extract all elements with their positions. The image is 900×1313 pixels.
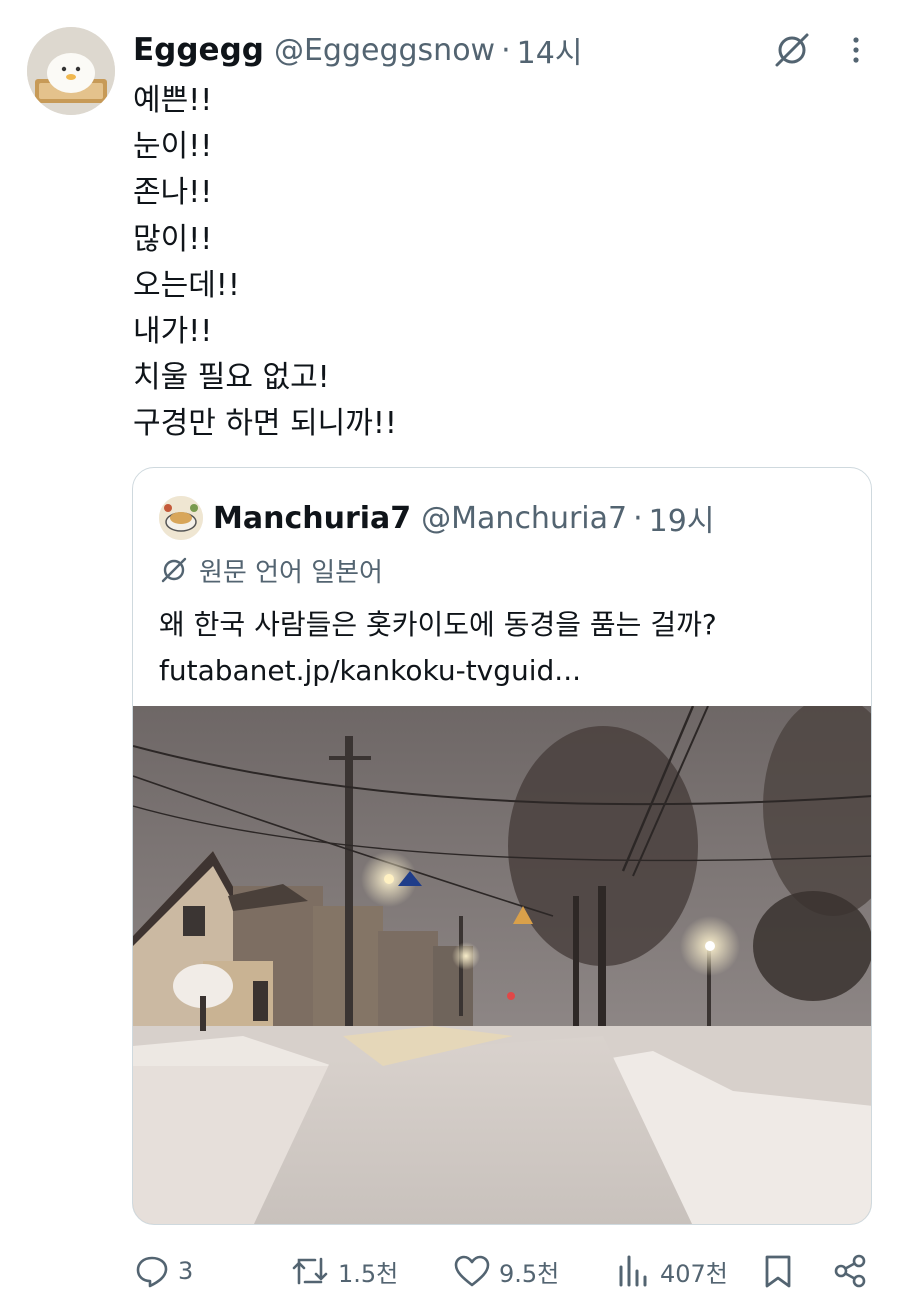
quote-header: Manchuria7 @Manchuria7 · 19시 [213,496,714,540]
quote-translate-note[interactable]: 원문 언어 일본어 [159,552,383,588]
tweet-time[interactable]: 14시 [517,28,583,72]
like-icon [454,1255,490,1287]
quote-time[interactable]: 19시 [649,496,715,540]
quote-text: 왜 한국 사람들은 홋카이도에 동경을 품는 걸까? futabanet.jp/… [159,602,717,694]
quote-handle[interactable]: @Manchuria7 [421,501,627,536]
share-icon [834,1254,866,1288]
quote-photo[interactable] [133,696,871,1224]
tweet-line: 치울 필요 없고! [133,360,330,396]
tweet-text: 예쁜!! 눈이!! 존나!! 많이!! 오는데!! 내가!! 치울 필요 없고!… [133,78,397,448]
tweet-line: 많이!! [133,221,213,257]
tweet-line: 예쁜!! [133,83,213,118]
quoted-tweet[interactable]: Manchuria7 @Manchuria7 · 19시 원문 언어 일본어 왜… [132,467,872,1225]
quote-link[interactable]: futabanet.jp/kankoku-tvguid... [159,648,717,694]
like-count: 9.5천 [499,1259,560,1288]
user-handle[interactable]: @Eggeggsnow [274,33,495,68]
translate-icon [161,557,187,583]
retweet-icon [292,1257,328,1285]
views-button[interactable]: 407천 [616,1248,728,1294]
separator-dot: · [501,32,511,68]
translate-icon[interactable] [772,30,812,70]
tweet-line: 눈이!! [133,129,213,165]
more-icon[interactable] [838,30,874,70]
views-icon [619,1255,647,1287]
quote-display-name[interactable]: Manchuria7 [213,501,411,536]
reply-icon [136,1256,168,1288]
retweet-count: 1.5천 [338,1259,399,1288]
tweet-line: 구경만 하면 되니까!! [133,406,397,442]
tweet-line: 오는데!! [133,267,240,303]
like-button[interactable]: 9.5천 [453,1248,559,1294]
avatar[interactable] [27,27,115,115]
bookmark-icon [765,1255,791,1288]
reply-button[interactable]: 3 [134,1248,193,1294]
tweet-line: 존나!! [133,175,213,211]
tweet-header: Eggegg @Eggeggsnow · 14시 [133,28,582,72]
bookmark-button[interactable] [762,1248,794,1294]
translate-label: 원문 언어 일본어 [199,557,383,588]
tweet-line: 내가!! [133,314,213,350]
action-bar: 3 1.5천 9.5천 407천 [0,1248,900,1294]
quote-avatar[interactable] [159,496,203,540]
reply-count: 3 [178,1257,194,1285]
display-name[interactable]: Eggegg [133,32,264,68]
separator-dot: · [633,500,643,536]
quote-text-line: 왜 한국 사람들은 홋카이도에 동경을 품는 걸까? [159,608,717,641]
retweet-button[interactable]: 1.5천 [290,1248,398,1294]
views-count: 407천 [660,1259,728,1288]
share-button[interactable] [832,1248,868,1294]
